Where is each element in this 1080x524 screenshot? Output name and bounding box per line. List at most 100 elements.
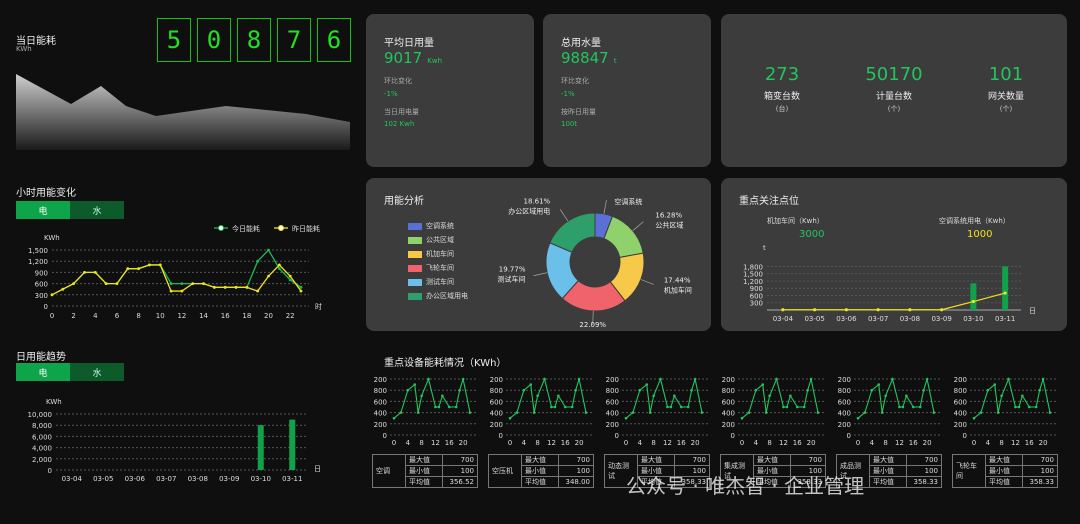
x-tick-label: 12 (895, 439, 904, 447)
legend-item[interactable]: 办公区域用电 (408, 290, 468, 302)
donut-slice (603, 215, 644, 259)
data-point (1048, 411, 1052, 414)
slice-name-label: 办公区域用电 (508, 206, 550, 215)
data-point (669, 405, 673, 409)
data-point (1007, 377, 1010, 381)
tab-electricity[interactable]: 电 (16, 363, 70, 381)
y-tick-label: 1,200 (28, 258, 48, 266)
digit-1: 5 (157, 18, 191, 62)
y-tick-label: 800 (838, 387, 851, 395)
legend-label: 机加车间 (426, 250, 454, 258)
y-tick-label: 6,000 (32, 433, 52, 441)
x-tick-label: 16 (221, 312, 230, 320)
y-tick-label: 400 (722, 410, 735, 418)
y-tick-label: 800 (490, 387, 503, 395)
legend-label: 今日能耗 (232, 224, 260, 233)
bar (1002, 266, 1009, 310)
stat-label: 网关数量 (987, 92, 1024, 102)
legend-item[interactable]: 空调系统 (408, 220, 468, 232)
legend-item[interactable]: 机加车间 (408, 248, 468, 260)
table-row: 成品测试 最大值 700 (836, 454, 942, 488)
x-axis-unit: 日 (1029, 307, 1036, 315)
slice-pct-label: 18.61% (524, 197, 551, 205)
y-tick-label: 0 (847, 432, 851, 440)
legend-item[interactable]: 测试车间 (408, 276, 468, 288)
tab-water[interactable]: 水 (70, 201, 124, 219)
y-tick-label: 200 (722, 421, 735, 429)
legend-label: 办公区域用电 (426, 292, 468, 300)
equip-line-chart: 200 800 600 400 200 00 4 8 12 16 20 (374, 376, 476, 447)
stat-value: 273 (764, 64, 800, 85)
data-point (816, 411, 820, 414)
equip-line-chart: 200 800 600 400 200 00 4 8 12 16 20 (490, 376, 592, 447)
x-tick-label: 20 (264, 312, 273, 320)
equip-line-chart: 200 800 600 400 200 00 4 8 12 16 20 (838, 376, 940, 447)
y-tick-label: 200 (838, 376, 851, 384)
series-line-yesterday (51, 263, 302, 296)
stat-value: 700 (1022, 454, 1058, 466)
daily-tabs: 电 水 (16, 363, 124, 381)
y-tick-label: 200 (954, 376, 967, 384)
bar (289, 419, 296, 470)
data-point (1003, 291, 1007, 295)
x-tick-label: 20 (575, 439, 584, 447)
avg-today-value: 102 Kwh (384, 120, 415, 128)
data-point (148, 263, 151, 267)
avg-mom-value: -1% (384, 90, 398, 98)
x-tick-label: 12 (431, 439, 440, 447)
water-value: 98847 (561, 49, 609, 67)
data-point (115, 282, 119, 285)
data-point (180, 289, 184, 293)
data-point (574, 388, 577, 392)
data-point (693, 377, 697, 381)
x-tick-label: 03-07 (868, 315, 888, 323)
stat-transformers: 273 箱变台数 (台) (741, 64, 823, 114)
slice-pct-label: 22.09% (579, 321, 606, 328)
x-tick-label: 0 (972, 439, 976, 447)
x-tick-label: 8 (535, 439, 539, 447)
data-point (764, 411, 768, 414)
usage-donut-chart: 5.81%空调系统16.28%公共区域17.44%机加车间22.09%飞轮车间1… (498, 196, 692, 328)
data-point (1034, 405, 1038, 409)
data-point (1000, 394, 1003, 398)
stat-label: 最大值 (637, 454, 675, 466)
water-today-label: 按昨日用量 (561, 108, 596, 116)
data-point (775, 377, 778, 381)
x-tick-label: 16 (1025, 439, 1034, 447)
y-tick-label: 0 (48, 467, 52, 475)
stat-label: 最小值 (985, 465, 1023, 477)
x-tick-label: 0 (50, 312, 54, 320)
y-tick-label: 400 (490, 410, 503, 418)
bar (257, 425, 264, 470)
data-point (809, 377, 813, 381)
legend-item[interactable]: 飞轮车间 (408, 262, 468, 274)
data-point (761, 383, 765, 386)
x-tick-label: 16 (445, 439, 454, 447)
y-tick-label: 400 (606, 410, 619, 418)
y-tick-label: 2,000 (32, 456, 52, 464)
x-tick-label: 03-04 (773, 315, 794, 323)
focus-item2-label: 空调系统用电（Kwh） (939, 217, 1010, 225)
data-point (813, 308, 817, 312)
data-point (686, 405, 690, 409)
data-point (863, 411, 867, 414)
legend-item[interactable]: 公共区域 (408, 234, 468, 246)
stat-value: 358.33 (906, 476, 942, 488)
slice-name-label: 空调系统 (614, 197, 642, 206)
data-point (1038, 388, 1041, 392)
x-tick-label: 8 (419, 439, 423, 447)
data-point (72, 282, 76, 285)
data-point (441, 394, 444, 398)
data-point (802, 405, 806, 409)
x-tick-label: 03-08 (188, 475, 208, 483)
x-tick-label: 03-05 (804, 315, 824, 323)
data-point (908, 308, 912, 312)
x-tick-label: 0 (508, 439, 512, 447)
tab-water[interactable]: 水 (70, 363, 124, 381)
stat-value: 700 (790, 454, 826, 466)
y-tick-label: 800 (722, 387, 735, 395)
y-tick-label: 200 (606, 376, 619, 384)
data-point (666, 405, 669, 409)
x-tick-label: 03-09 (219, 475, 239, 483)
tab-electricity[interactable]: 电 (16, 201, 70, 219)
